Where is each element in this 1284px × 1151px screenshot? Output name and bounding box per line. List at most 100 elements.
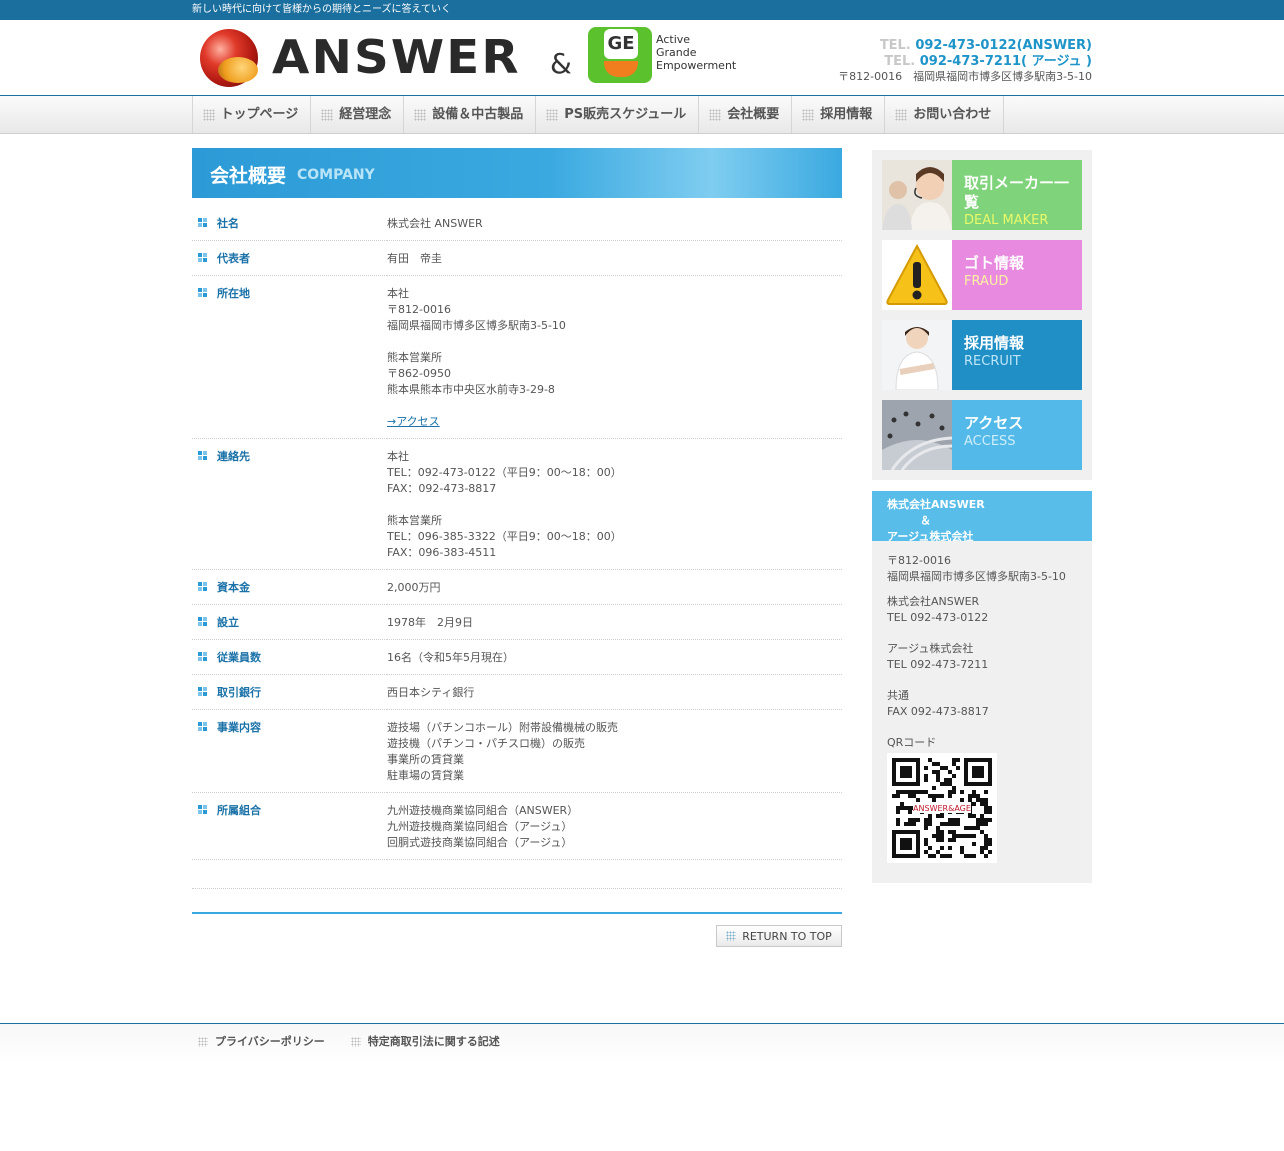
site-logo[interactable]: ANSWER & GE Active Grande Empowerment: [200, 27, 736, 89]
value-line: TEL：092-473-0122（平日9：00〜18：00）: [387, 466, 622, 479]
row-label: 代表者: [192, 240, 387, 276]
qr-label: ANSWER&AGE: [913, 804, 971, 813]
banner-jp: 採用情報: [964, 334, 1025, 352]
row-label: 連絡先: [192, 438, 387, 570]
tel-answer: TEL. 092-473-0122(ANSWER): [879, 38, 1092, 53]
bullet-squares-icon: [198, 218, 207, 227]
bullet-squares-icon: [198, 722, 207, 731]
value-line: 事業所の賃貸業: [387, 753, 464, 766]
row-value: 株式会社 ANSWER: [387, 206, 842, 241]
top-strip: 新しい時代に向けて皆様からの期待とニーズに答えていく: [0, 0, 1284, 20]
bullet-squares-icon: [198, 288, 207, 297]
row-label: 所属組合: [192, 792, 387, 860]
banner-en: DEAL MAKER: [964, 213, 1049, 228]
site-header: ANSWER & GE Active Grande Empowerment TE…: [192, 20, 1092, 95]
value-line: [387, 398, 842, 414]
banner-fraud[interactable]: ゴト情報 FRAUD: [882, 240, 1082, 310]
bullet-squares-icon: [198, 253, 207, 262]
value-line: 本社: [387, 450, 409, 463]
site-footer: プライバシーポリシー 特定商取引法に関する記述: [0, 1023, 1284, 1064]
age-logo-letters: GE: [604, 29, 638, 59]
nav-item-contact[interactable]: お問い合わせ: [885, 96, 1005, 133]
nav-item-philosophy[interactable]: 経営理念: [311, 96, 405, 133]
banner-recruit[interactable]: 採用情報 RECRUIT: [882, 320, 1082, 390]
banner-en: ACCESS: [964, 434, 1016, 449]
cb-address: 〒812-0016 福岡県福岡市博多区博多駅南3-5-10: [887, 554, 1066, 583]
row-value: 本社 TEL：092-473-0122（平日9：00〜18：00） FAX：092-…: [387, 438, 842, 570]
cb-answer: 株式会社ANSWER TEL 092-473-0122: [887, 595, 989, 624]
value-line: 〒812-0016: [387, 303, 451, 316]
value-line: 2,000万円: [387, 581, 441, 594]
banner-access[interactable]: アクセス ACCESS: [882, 400, 1082, 470]
company-box-ampersand: ＆: [887, 514, 931, 527]
value-line: 株式会社 ANSWER: [387, 217, 483, 230]
row-value: 本社 〒812-0016 福岡県福岡市博多区博多駅南3-5-10 熊本営業所 〒862-…: [387, 275, 842, 439]
row-value: 遊技場（パチンコホール）附帯設備機械の販売 遊技機（パチンコ・パチスロ機）の販売事…: [387, 709, 842, 793]
sidebar-company-box: 株式会社ANSWER ＆ アージュ株式会社 〒812-0016 福岡県福岡市博多区…: [872, 491, 1092, 883]
row-value: 16名（令和5年5月現在）: [387, 639, 842, 675]
value-line: 駐車場の賃貸業: [387, 769, 464, 782]
operator-photo: [882, 160, 952, 230]
age-logo-mouth: [604, 61, 638, 77]
header-address: 〒812-0016 福岡県福岡市博多区博多駅南3-5-10: [838, 70, 1092, 83]
table-row: 取引銀行 西日本シティ銀行: [192, 674, 842, 710]
banner-text: アクセス ACCESS: [952, 400, 1082, 470]
age-logo-words: Active Grande Empowerment: [656, 33, 736, 72]
page-title: 会社概要: [210, 165, 287, 187]
nav-item-company[interactable]: 会社概要: [699, 96, 793, 133]
company-box-heading: 株式会社ANSWER ＆ アージュ株式会社: [872, 491, 1092, 543]
nav-item-equipment[interactable]: 設備＆中古製品: [404, 96, 537, 133]
return-to-top-button[interactable]: RETURN TO TOP: [716, 925, 842, 947]
logo-wordmark: ANSWER: [272, 30, 521, 84]
value-line: 回胴式遊技商業協同組合（アージュ）: [387, 836, 573, 849]
tel-age: TEL. 092-473-7211( アージュ ): [884, 54, 1092, 69]
page-heading-banner: 会社概要 COMPANY: [192, 148, 842, 198]
access-link[interactable]: →アクセス: [387, 415, 440, 428]
company-box-body: 〒812-0016 福岡県福岡市博多区博多駅南3-5-10 株式会社ANSWER T…: [872, 541, 1092, 883]
cb-qr-label: QRコード: [887, 736, 937, 749]
dot-grid-icon: [350, 1037, 361, 1047]
table-row: 設立 1978年 2月9日: [192, 604, 842, 640]
sidebar-banners: 取引メーカー一覧 DEAL MAKER ゴト情報 FRAUD 採用情報 RECR…: [872, 150, 1092, 480]
banner-en: RECRUIT: [964, 354, 1021, 369]
table-spacer: [192, 860, 842, 889]
banner-deal-maker[interactable]: 取引メーカー一覧 DEAL MAKER: [882, 160, 1082, 230]
cb-common: 共通 FAX 092-473-8817: [887, 689, 989, 718]
value-line: 有田 帝圭: [387, 252, 442, 265]
logo-sphere-icon: [200, 29, 258, 87]
nav-item-ps-schedule[interactable]: PS販売スケジュール: [536, 96, 700, 133]
qr-code-icon: ANSWER&AGE: [892, 757, 992, 858]
table-row: 資本金 2,000万円: [192, 569, 842, 605]
value-line: 〒862-0950: [387, 367, 451, 380]
row-label: 所在地: [192, 275, 387, 439]
dot-grid-icon: [709, 108, 722, 121]
nav-item-top[interactable]: トップページ: [193, 96, 312, 133]
nav-item-recruit[interactable]: 採用情報: [792, 96, 886, 133]
banner-text: 取引メーカー一覧 DEAL MAKER: [952, 160, 1082, 230]
banner-text: ゴト情報 FRAUD: [952, 240, 1082, 310]
value-line: [387, 334, 842, 350]
footer-link-tokutei[interactable]: 特定商取引法に関する記述: [345, 1024, 500, 1060]
company-info-table: 社名 株式会社 ANSWER 代表者 有田 帝圭 所在地 本社 〒812-0016 福岡県福岡…: [192, 206, 842, 860]
table-row: 代表者 有田 帝圭: [192, 240, 842, 276]
age-word: Grande: [656, 46, 697, 59]
row-label: 設立: [192, 604, 387, 640]
businesswoman-photo: [882, 320, 952, 390]
bullet-squares-icon: [198, 652, 207, 661]
row-value: 九州遊技機商業協同組合（ANSWER） 九州遊技機商業協同組合（アージュ） 回胴式遊…: [387, 792, 842, 860]
row-label: 事業内容: [192, 709, 387, 793]
banner-jp: 取引メーカー一覧: [964, 174, 1070, 211]
row-value: 西日本シティ銀行: [387, 674, 842, 710]
row-label: 取引銀行: [192, 674, 387, 710]
value-line: [387, 497, 842, 513]
banner-jp: ゴト情報: [964, 254, 1025, 272]
company-box-name: 株式会社ANSWER: [887, 498, 985, 511]
footer-link-privacy[interactable]: プライバシーポリシー: [192, 1024, 325, 1060]
value-line: 1978年 2月9日: [387, 616, 473, 629]
banner-jp: アクセス: [964, 414, 1024, 432]
banner-text: 採用情報 RECRUIT: [952, 320, 1082, 390]
table-row: 所在地 本社 〒812-0016 福岡県福岡市博多区博多駅南3-5-10 熊本営業所 〒8…: [192, 275, 842, 439]
dot-grid-icon: [546, 108, 559, 121]
table-row: 所属組合 九州遊技機商業協同組合（ANSWER） 九州遊技機商業協同組合（アージュ）…: [192, 792, 842, 860]
qr-code-image: ANSWER&AGE: [887, 752, 997, 863]
